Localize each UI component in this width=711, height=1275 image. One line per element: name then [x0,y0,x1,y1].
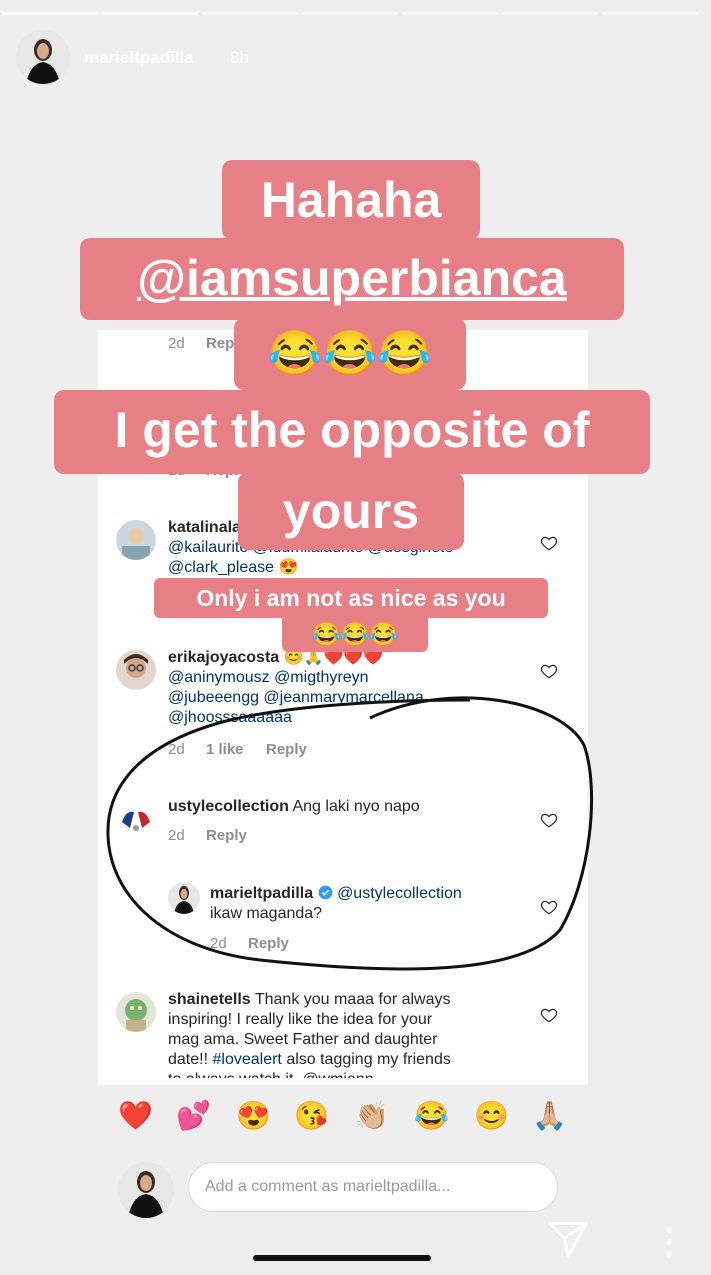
more-options-icon[interactable] [664,1222,674,1262]
story-small-emoji-sticker: 😂😂😂 [282,614,428,652]
emoji-clap-button[interactable]: 👏🏼 [354,1098,389,1134]
story-emoji-sticker: 😂😂😂 [234,318,466,390]
emoji-laugh-button[interactable]: 😂 [414,1098,449,1134]
avatar [118,1162,174,1218]
story-text-sticker: yours [238,472,464,550]
emoji-smile-button[interactable]: 😊 [474,1098,509,1134]
emoji-pray-button[interactable]: 🙏🏼 [532,1098,567,1134]
story-text-sticker: I get the opposite of [54,390,650,474]
emoji-kiss-button[interactable]: 😘 [294,1098,329,1134]
emoji-two-hearts-button[interactable]: 💕 [176,1098,211,1134]
story-small-text-sticker: Only i am not as nice as you [154,578,548,618]
story-mention-sticker[interactable]: @iamsuperbianca [80,238,624,320]
send-icon[interactable] [546,1218,590,1262]
story-text-sticker: Hahaha [222,160,480,240]
emoji-quick-reactions: ❤️ 💕 😍 😘 👏🏼 😂 😊 🙏🏼 [98,1090,588,1150]
emoji-heart-button[interactable]: ❤️ [118,1098,153,1134]
comment-composer: Add a comment as marieltpadilla... [98,1150,588,1225]
emoji-heart-eyes-button[interactable]: 😍 [236,1098,271,1134]
comment-input[interactable]: Add a comment as marieltpadilla... [188,1162,558,1212]
home-indicator [253,1255,431,1261]
